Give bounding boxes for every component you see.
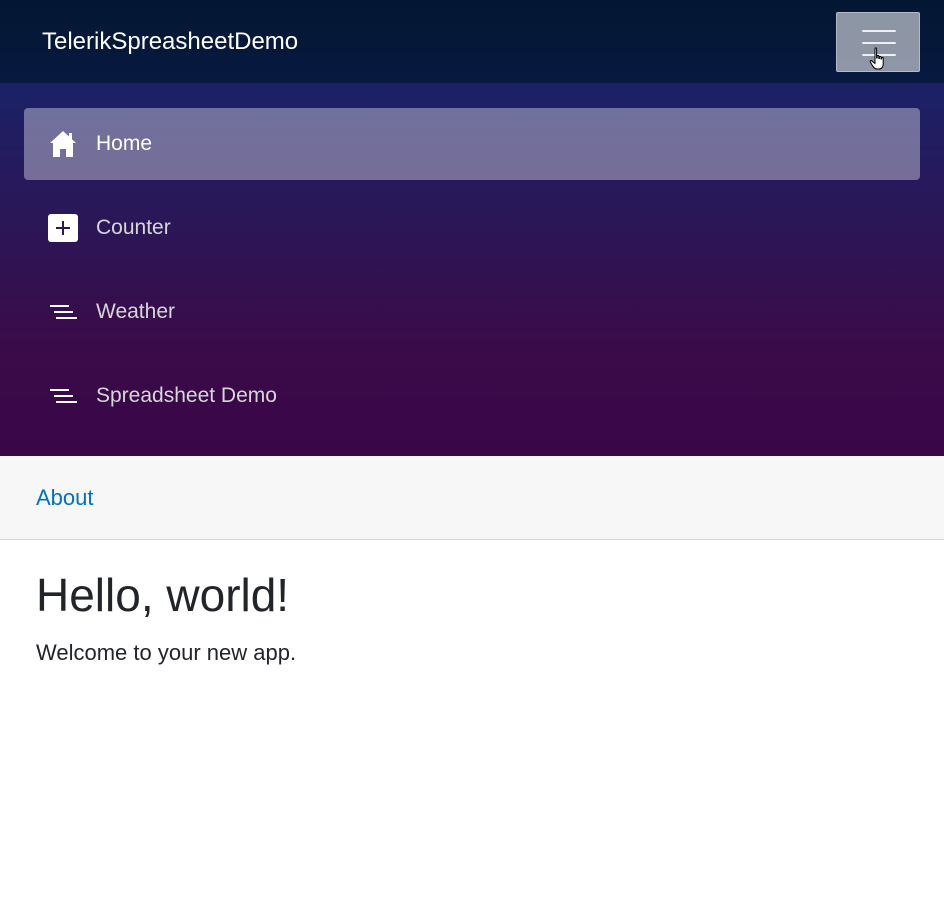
hand-pointer-cursor-icon: [869, 47, 884, 70]
app-root: TelerikSpreasheetDemo Home Counter Weath…: [0, 0, 944, 919]
top-navbar: TelerikSpreasheetDemo: [0, 0, 944, 84]
nav-item-label: Spreadsheet Demo: [96, 384, 277, 407]
welcome-text: Welcome to your new app.: [36, 640, 297, 665]
nav-item-weather[interactable]: Weather: [24, 276, 920, 348]
list-icon: [50, 305, 77, 319]
nav-item-label: Home: [96, 132, 153, 155]
nav-item-label: Counter: [96, 216, 171, 239]
nav-item-home[interactable]: Home: [24, 108, 920, 180]
brand-link[interactable]: TelerikSpreasheetDemo: [42, 27, 298, 57]
nav-menu: Home Counter Weather Spreadsheet Demo: [0, 84, 944, 456]
about-link[interactable]: About: [36, 485, 94, 511]
home-icon: [50, 131, 76, 157]
page-title: Hello, world!: [36, 569, 290, 621]
nav-item-label: Weather: [96, 300, 175, 323]
nav-item-spreadsheet-demo[interactable]: Spreadsheet Demo: [24, 360, 920, 432]
plus-square-icon: [48, 214, 78, 242]
list-icon: [50, 389, 77, 403]
top-row: About: [0, 456, 944, 540]
nav-item-counter[interactable]: Counter: [24, 192, 920, 264]
